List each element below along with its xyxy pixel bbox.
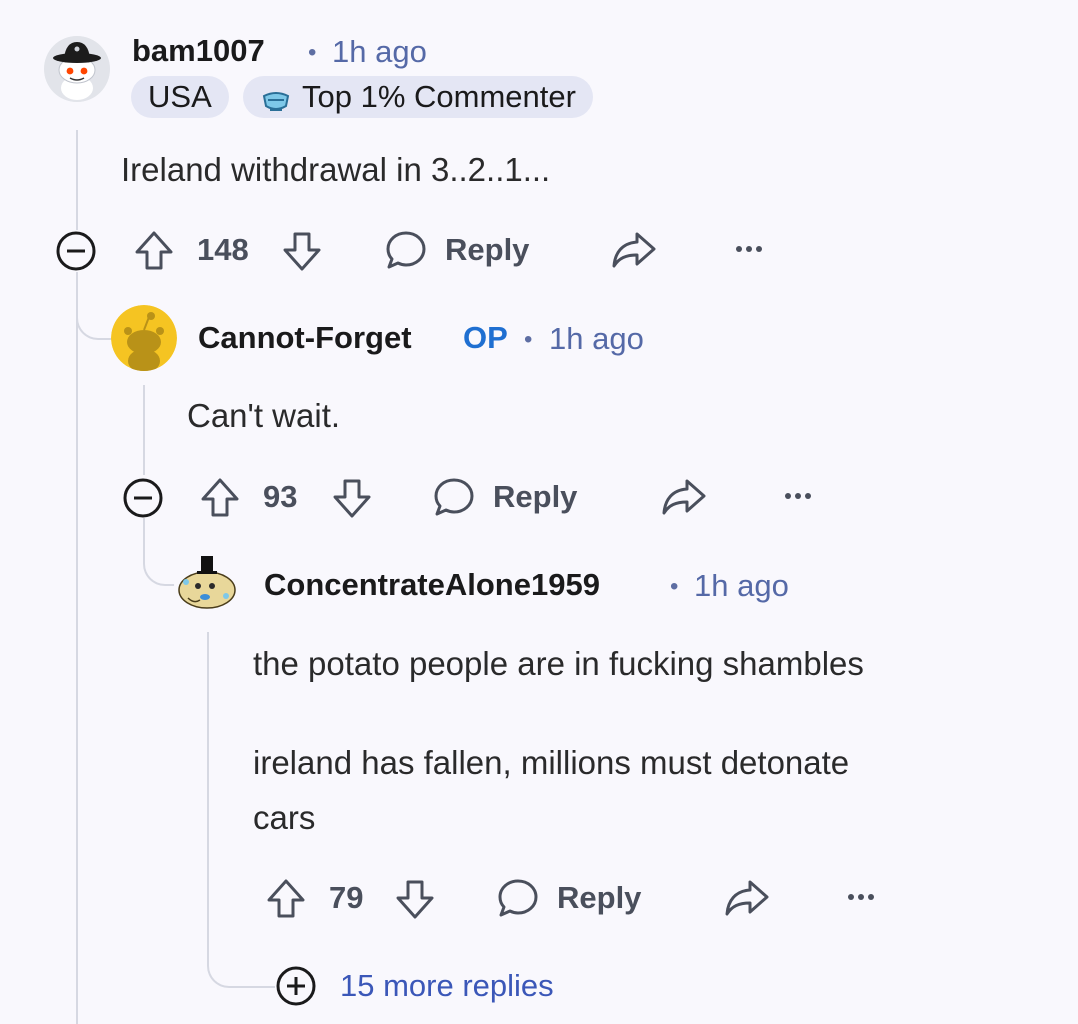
share-icon[interactable] (723, 876, 771, 920)
comment-body-line: cars (253, 799, 316, 836)
avatar[interactable] (111, 305, 177, 371)
avatar[interactable] (174, 552, 240, 618)
collapse-thread-icon[interactable] (122, 477, 164, 519)
reply-button[interactable]: Reply (557, 880, 641, 916)
comment-body: Ireland withdrawal in 3..2..1... (121, 151, 551, 188)
snoo-cowboy-avatar-icon (44, 36, 110, 102)
reply-icon[interactable] (496, 876, 540, 920)
user-flair-top-commenter: Top 1% Commenter (243, 76, 593, 118)
thread-elbow-reply-1 (76, 272, 112, 340)
reply-button[interactable]: Reply (493, 479, 577, 515)
reply-icon[interactable] (384, 228, 428, 272)
comment-body: Can't wait. (187, 397, 341, 434)
thread-line-reply-1 (143, 385, 145, 475)
comment-username[interactable]: bam1007 (132, 33, 265, 69)
upvote-icon[interactable] (132, 228, 176, 272)
upvote-icon[interactable] (264, 876, 308, 920)
thread-line-main (76, 130, 78, 230)
expand-replies-icon[interactable] (275, 965, 317, 1007)
separator-dot: • (524, 326, 533, 353)
vote-count: 148 (197, 232, 249, 267)
snoo-default-yellow-avatar-icon (111, 305, 177, 371)
op-badge: OP (463, 320, 508, 355)
downvote-icon[interactable] (393, 878, 437, 922)
comment-username[interactable]: ConcentrateAlone1959 (264, 567, 600, 603)
comment-timestamp: 1h ago (549, 321, 644, 356)
comment-body-line: ireland has fallen, millions must detona… (253, 744, 850, 781)
top-commenter-icon (260, 85, 292, 127)
share-icon[interactable] (660, 475, 708, 519)
vote-count: 93 (263, 479, 298, 514)
flair-label: Top 1% Commenter (302, 79, 576, 114)
collapse-thread-icon[interactable] (55, 230, 97, 272)
comment-body-line: the potato people are in fucking shamble… (253, 645, 864, 682)
potato-top-hat-avatar-icon (174, 552, 240, 618)
share-icon[interactable] (610, 228, 658, 272)
upvote-icon[interactable] (198, 475, 242, 519)
avatar[interactable] (44, 36, 110, 102)
separator-dot: • (308, 39, 317, 66)
more-options-icon[interactable] (783, 489, 813, 503)
more-options-icon[interactable] (846, 890, 876, 904)
comment-username[interactable]: Cannot-Forget (198, 320, 412, 356)
downvote-icon[interactable] (280, 230, 324, 274)
separator-dot: • (670, 573, 679, 600)
reply-button[interactable]: Reply (445, 232, 529, 268)
more-replies-link[interactable]: 15 more replies (340, 968, 554, 1004)
comment-timestamp: 1h ago (694, 568, 789, 603)
reply-icon[interactable] (432, 475, 476, 519)
comment-timestamp: 1h ago (332, 34, 427, 69)
more-options-icon[interactable] (734, 242, 764, 256)
thread-line-main-lower (76, 272, 78, 1024)
user-flair-usa: USA (131, 76, 229, 118)
downvote-icon[interactable] (330, 477, 374, 521)
vote-count: 79 (329, 880, 364, 915)
